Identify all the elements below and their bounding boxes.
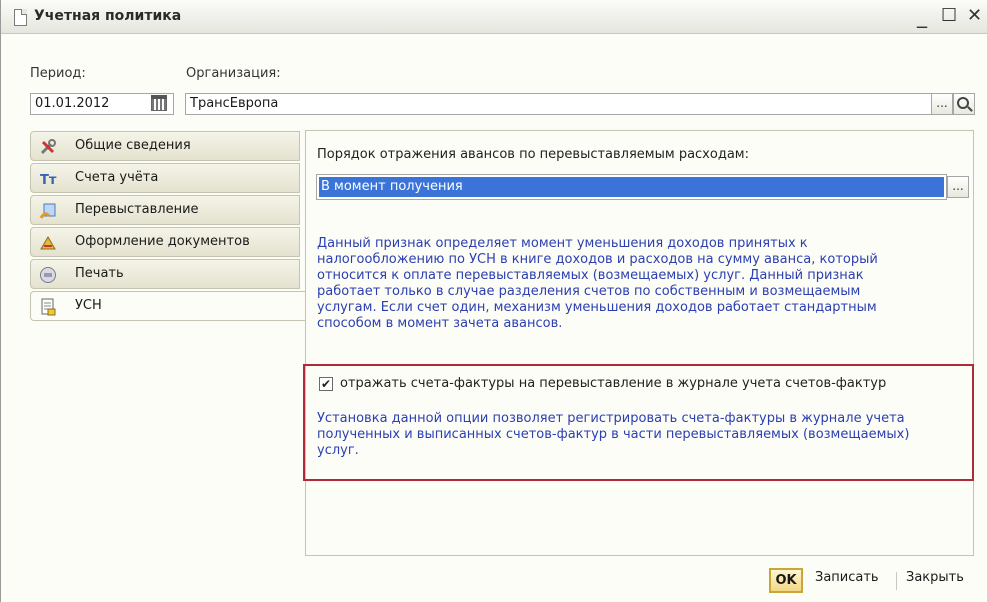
window: Учетная политика _ ☐ ✕ Период: Организац…: [0, 0, 987, 602]
help-line: услугам. Если счет один, механизм уменьш…: [317, 300, 877, 315]
usn-icon: [41, 298, 56, 316]
organization-input[interactable]: ТрансЕвропа: [185, 93, 933, 115]
help-line: полученных и выписанных счетов-фактур в …: [317, 427, 910, 442]
advances-order-select-button[interactable]: ...: [947, 176, 969, 198]
maximize-button[interactable]: ☐: [941, 4, 957, 28]
advances-order-label: Порядок отражения авансов по перевыставл…: [317, 147, 749, 162]
ok-button[interactable]: OK: [769, 568, 803, 593]
svg-text:Тт: Тт: [40, 173, 57, 188]
accounts-icon: Тт: [40, 173, 57, 188]
document-icon: [14, 9, 27, 26]
organization-select-button[interactable]: ...: [931, 93, 953, 115]
help-line: относится к оплате перевыставляемых (воз…: [317, 268, 864, 283]
tab-label: Оформление документов: [75, 234, 250, 249]
reissue-icon: [39, 203, 56, 219]
advances-order-value: В момент получения: [319, 177, 944, 197]
calendar-icon[interactable]: [151, 95, 167, 111]
period-label: Период:: [30, 66, 86, 81]
tab-accounts[interactable]: Тт Счета учёта: [30, 163, 300, 193]
close-form-button[interactable]: Закрыть: [906, 570, 964, 585]
wrench-icon: [40, 139, 56, 155]
tab-label: Печать: [75, 266, 124, 281]
advances-help-text: Данный признак определяет момент уменьше…: [317, 236, 967, 332]
help-line: способом в момент зачета авансов.: [317, 316, 563, 331]
help-line: Установка данной опции позволяет регистр…: [317, 411, 905, 426]
save-button[interactable]: Записать: [815, 570, 879, 585]
advances-order-select[interactable]: В момент получения: [316, 174, 947, 200]
minimize-button[interactable]: _: [917, 4, 927, 28]
button-separator: [896, 572, 897, 590]
reissue-journal-checkbox-label[interactable]: отражать счета-фактуры на перевыставлени…: [340, 376, 886, 391]
search-icon: [957, 97, 969, 109]
help-line: работает только в случае разделения счет…: [317, 284, 861, 299]
window-title: Учетная политика: [34, 8, 182, 24]
tab-label: УСН: [75, 298, 102, 313]
help-line: Данный признак определяет момент уменьше…: [317, 236, 808, 251]
checkbox-help-text: Установка данной опции позволяет регистр…: [317, 411, 967, 459]
print-icon: [40, 267, 56, 283]
tab-label: Счета учёта: [75, 170, 159, 185]
tab-reissue[interactable]: Перевыставление: [30, 195, 300, 225]
tab-print[interactable]: Печать: [30, 259, 300, 289]
tab-label: Перевыставление: [75, 202, 199, 217]
tab-document-formatting[interactable]: Оформление документов: [30, 227, 300, 257]
tab-general-info[interactable]: Общие сведения: [30, 131, 300, 161]
help-line: налогообложению по УСН в книге доходов и…: [317, 252, 878, 267]
title-bar: Учетная политика _ ☐ ✕: [1, 0, 987, 34]
organization-search-button[interactable]: [953, 93, 975, 115]
tab-label: Общие сведения: [75, 138, 191, 153]
tab-usn[interactable]: УСН: [30, 291, 306, 321]
close-button[interactable]: ✕: [967, 4, 982, 28]
documents-icon: [40, 236, 56, 250]
help-line: услуг.: [317, 443, 359, 458]
reissue-journal-checkbox[interactable]: ✔: [319, 377, 333, 391]
organization-label: Организация:: [186, 66, 281, 81]
